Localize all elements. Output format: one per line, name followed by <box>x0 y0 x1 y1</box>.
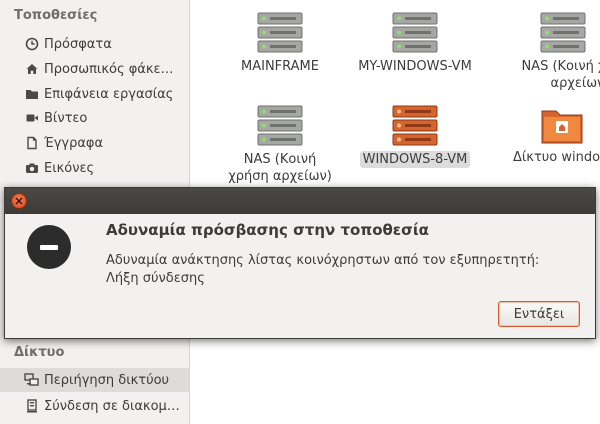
camera-icon <box>24 160 40 176</box>
sidebar-item-home[interactable]: Προσωπικός φάκε… <box>0 57 189 81</box>
dialog-message: Αδυναμία ανάκτησης λίστας κοινόχρηστων α… <box>106 253 540 286</box>
sidebar-item-label: Έγγραφα <box>44 135 104 151</box>
sidebar-item-recent[interactable]: Πρόσφατα <box>0 32 189 56</box>
sidebar-item-pictures[interactable]: Εικόνες <box>0 156 189 180</box>
home-icon <box>24 61 40 77</box>
sidebar-item-label: Περιήγηση δικτύου <box>44 372 170 388</box>
server-icon <box>392 12 438 53</box>
server-icon <box>540 12 586 53</box>
server-icon <box>257 105 303 146</box>
file-item-windows-8-vm[interactable]: WINDOWS-8-VM <box>345 105 485 168</box>
sidebar-item-connect-server[interactable]: Σύνδεση σε διακομ… <box>0 394 189 418</box>
file-item-mainframe[interactable]: MAINFRAME <box>210 12 350 75</box>
file-item-nas-2[interactable]: NAS (Κοινή χρήση αρχείων) <box>210 105 350 185</box>
server-icon <box>257 12 303 53</box>
file-item-label: Δίκτυο windows <box>513 150 600 165</box>
server-connect-icon <box>24 398 40 414</box>
file-item-nas-1[interactable]: NAS (Κοινή χρήση αρχείων) <box>480 12 600 92</box>
sidebar-item-label: Σύνδεση σε διακομ… <box>44 398 180 414</box>
server-icon <box>392 105 438 146</box>
file-item-label: MY-WINDOWS-VM <box>358 59 472 74</box>
file-item-label: MAINFRAME <box>241 59 319 74</box>
close-icon <box>15 197 23 205</box>
document-icon <box>24 135 40 151</box>
close-button[interactable] <box>11 193 27 209</box>
network-folder-icon <box>541 110 583 144</box>
file-item-label: WINDOWS-8-VM <box>359 151 471 168</box>
sidebar-item-label: Εικόνες <box>44 160 95 176</box>
file-item-label: NAS (Κοινή χρήση αρχείων) <box>521 59 600 91</box>
video-icon <box>24 110 40 126</box>
sidebar-item-label: Επιφάνεια εργασίας <box>44 86 174 102</box>
sidebar-item-label: Προσωπικός φάκε… <box>44 61 174 77</box>
error-icon <box>27 225 71 269</box>
error-dialog: Αδυναμία πρόσβασης στην τοποθεσία Αδυναμ… <box>4 187 596 339</box>
file-item-windows-network[interactable]: Δίκτυο windows <box>480 105 600 166</box>
dialog-titlebar[interactable] <box>5 188 595 214</box>
clock-icon <box>24 36 40 52</box>
ok-button[interactable]: Εντάξει <box>498 301 580 327</box>
sidebar-item-videos[interactable]: Βίντεο <box>0 106 189 130</box>
sidebar-item-label: Βίντεο <box>44 110 88 126</box>
file-item-label: NAS (Κοινή χρήση αρχείων) <box>228 152 332 184</box>
file-item-my-windows-vm[interactable]: MY-WINDOWS-VM <box>345 12 485 75</box>
sidebar-item-desktop[interactable]: Επιφάνεια εργασίας <box>0 82 189 106</box>
sidebar-item-documents[interactable]: Έγγραφα <box>0 131 189 155</box>
sidebar-item-browse-network[interactable]: Περιήγηση δικτύου <box>0 368 189 392</box>
dialog-title: Αδυναμία πρόσβασης στην τοποθεσία <box>106 221 429 239</box>
places-header: Τοποθεσίες <box>14 8 98 23</box>
network-header: Δίκτυο <box>14 345 65 360</box>
sidebar-item-label: Πρόσφατα <box>44 36 112 52</box>
network-icon <box>24 372 40 388</box>
folder-icon <box>24 86 40 102</box>
